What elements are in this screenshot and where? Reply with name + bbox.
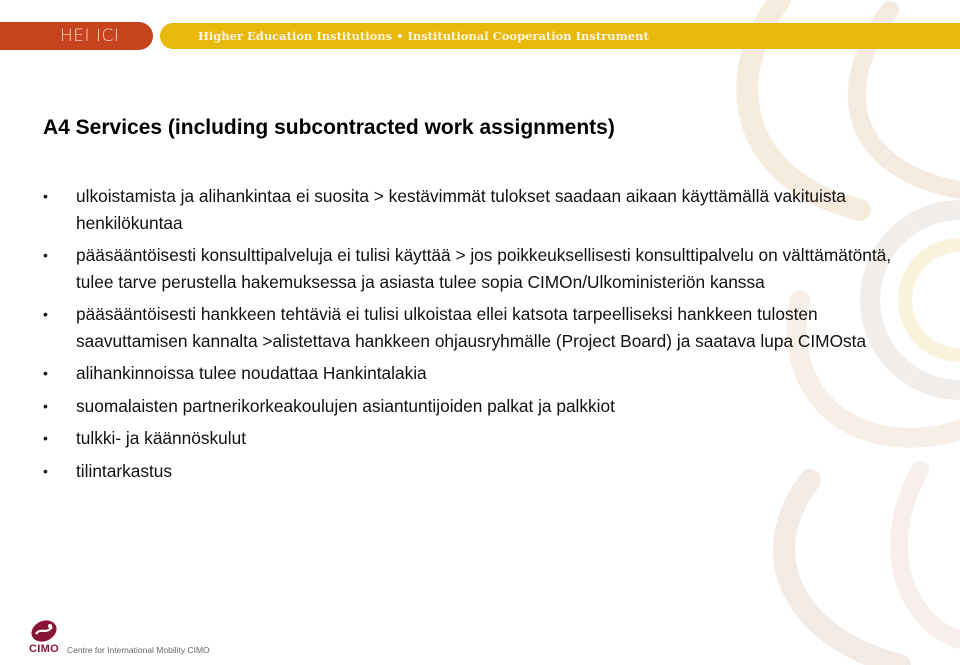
cimo-logo-icon [31, 620, 57, 642]
organization-name: Centre for International Mobility CIMO [67, 645, 210, 655]
bullet-icon: • [43, 306, 48, 322]
footer: CIMO Centre for International Mobility C… [28, 619, 288, 655]
slide-title: A4 Services (including subcontracted wor… [43, 116, 615, 139]
bullet-icon: • [43, 462, 48, 479]
bullet-list: • ulkoistamista ja alihankintaa ei suosit… [43, 183, 893, 490]
bullet-icon: • [43, 365, 48, 381]
bullet-item: • tilintarkastus [43, 458, 893, 485]
bullet-text: ulkoistamista ja alihankintaa ei suosita… [76, 186, 846, 233]
bullet-icon: • [43, 247, 48, 263]
bullet-text: pääsääntöisesti hankkeen tehtäviä ei tul… [76, 304, 867, 351]
bullet-text: tulkki- ja käännöskulut [76, 428, 247, 448]
bullet-item: • pääsääntöisesti hankkeen tehtäviä ei tu… [43, 301, 893, 354]
header-tagline: Higher Education Institutions • Institut… [160, 23, 960, 49]
bullet-item: • suomalaisten partnerikorkeakoulujen asi… [43, 393, 893, 420]
bullet-icon: • [43, 430, 48, 446]
bullet-item: • ulkoistamista ja alihankintaa ei suosit… [43, 183, 893, 236]
bullet-item: • alihankinnoissa tulee noudattaa Hankint… [43, 360, 893, 387]
bullet-item: • pääsääntöisesti konsulttipalveluja ei t… [43, 242, 893, 295]
bullet-text: suomalaisten partnerikorkeakoulujen asia… [76, 395, 615, 416]
hei-ici-logo: HEI ICI [0, 22, 153, 50]
bullet-icon: • [43, 397, 48, 414]
bullet-text: tilintarkastus [76, 460, 173, 481]
bullet-text: pääsääntöisesti konsulttipalveluja ei tu… [76, 245, 892, 292]
bullet-item: • tulkki- ja käännöskulut [43, 425, 893, 452]
header-banner: HEI ICI Higher Education Institutions • … [0, 22, 960, 50]
cimo-logo-text: CIMO [29, 643, 59, 655]
bullet-icon: • [43, 188, 48, 204]
bullet-text: alihankinnoissa tulee noudattaa Hankinta… [76, 363, 427, 383]
